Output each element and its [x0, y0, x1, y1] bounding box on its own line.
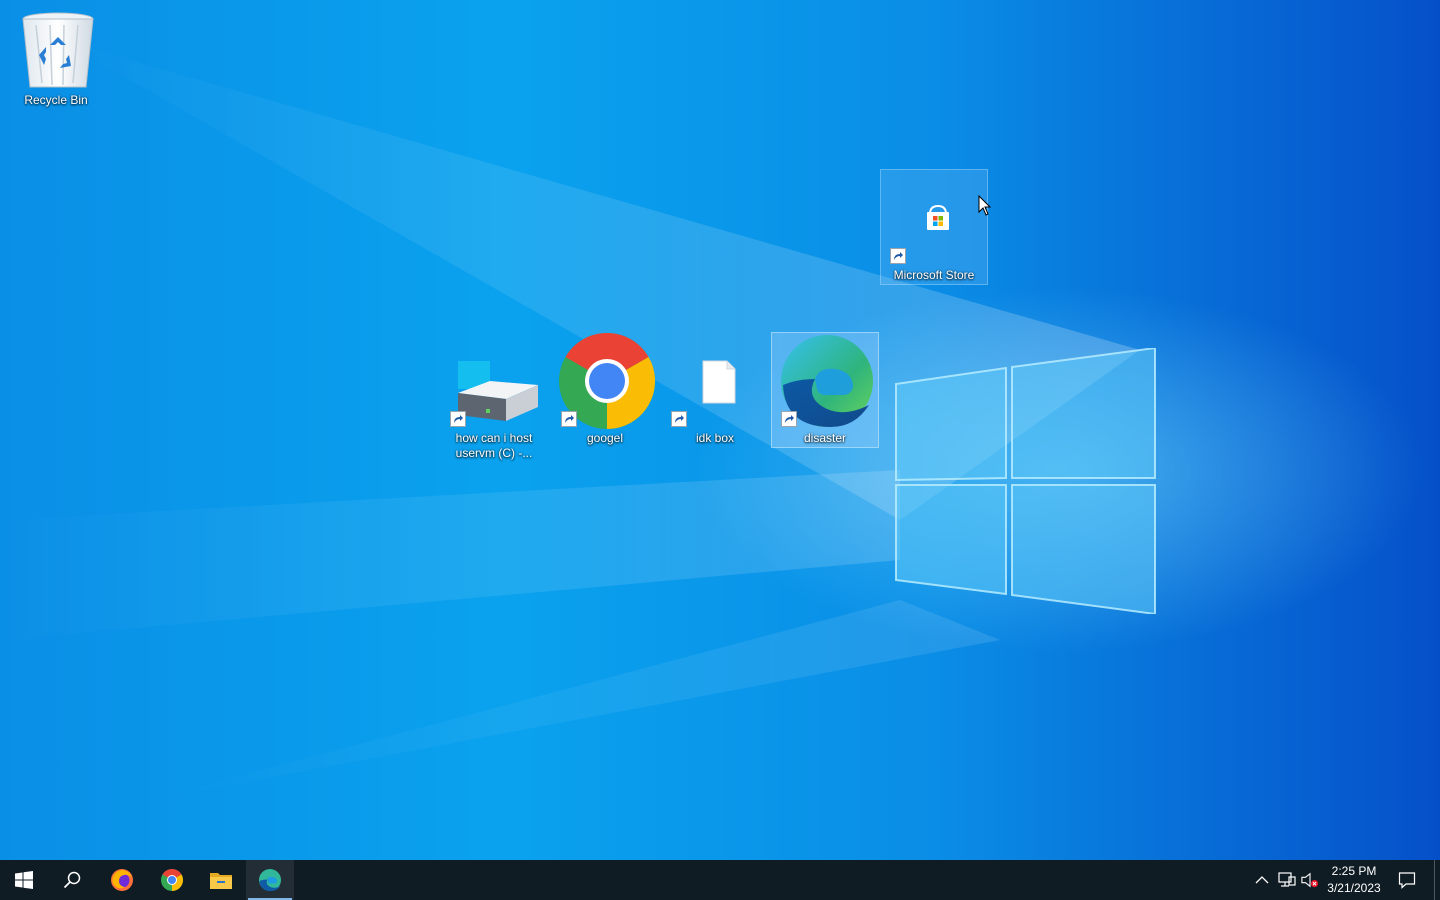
recycle-bin-icon	[22, 12, 94, 88]
desktop-icon-idk-box[interactable]: idk box	[661, 332, 769, 451]
shortcut-arrow-icon	[781, 411, 797, 427]
clock-date: 3/21/2023	[1327, 881, 1381, 895]
taskbar-chrome[interactable]	[148, 860, 196, 900]
desktop-icon-drive-shortcut[interactable]: how can i host uservm (C) -...	[440, 332, 548, 466]
chevron-up-icon	[1255, 876, 1269, 884]
search-button[interactable]	[48, 860, 96, 900]
shortcut-arrow-icon	[561, 411, 577, 427]
desktop-icon-label: how can i host uservm (C) -...	[455, 431, 533, 460]
clock-time: 2:25 PM	[1331, 864, 1377, 878]
chrome-icon	[161, 869, 183, 891]
action-center-button[interactable]	[1398, 871, 1416, 889]
search-icon	[63, 871, 81, 889]
shortcut-arrow-icon	[450, 411, 466, 427]
taskbar-edge[interactable]	[246, 860, 294, 900]
edge-icon	[259, 869, 281, 891]
volume-tray-button[interactable]	[1301, 871, 1319, 889]
network-tray-button[interactable]	[1278, 871, 1296, 889]
folder-icon	[210, 873, 232, 889]
firefox-icon	[111, 869, 133, 891]
start-button[interactable]	[0, 860, 48, 900]
desktop-icon-label: Microsoft Store	[893, 268, 975, 282]
taskbar: 2:25 PM 3/21/2023	[0, 860, 1440, 900]
desktop-icon-label: googel	[586, 431, 624, 445]
desktop-icon-label: disaster	[803, 431, 847, 445]
desktop-icon-label: Recycle Bin	[24, 93, 88, 107]
desktop-icon-disaster[interactable]: disaster	[771, 332, 879, 448]
show-hidden-icons-button[interactable]	[1253, 871, 1271, 889]
desktop-icon-recycle-bin[interactable]: Recycle Bin	[2, 6, 110, 113]
volume-muted-icon	[1301, 872, 1319, 888]
taskbar-file-explorer[interactable]	[197, 860, 245, 900]
desktop-icon-googel[interactable]: googel	[551, 332, 659, 451]
action-center-icon	[1398, 872, 1416, 889]
windows-logo-wallpaper	[895, 348, 1156, 614]
taskbar-firefox[interactable]	[98, 860, 146, 900]
shortcut-arrow-icon	[890, 248, 906, 264]
desktop[interactable]: Recycle Bin Microsoft Store how can i ho…	[0, 0, 1440, 860]
desktop-icon-microsoft-store[interactable]: Microsoft Store	[880, 169, 988, 285]
windows-start-icon	[15, 871, 33, 889]
taskbar-clock[interactable]: 2:25 PM 3/21/2023	[1322, 863, 1386, 897]
show-desktop-button[interactable]	[1434, 860, 1440, 900]
shortcut-arrow-icon	[671, 411, 687, 427]
desktop-icon-label: idk box	[695, 431, 735, 445]
network-icon	[1278, 872, 1296, 887]
mouse-cursor-icon	[978, 195, 992, 216]
